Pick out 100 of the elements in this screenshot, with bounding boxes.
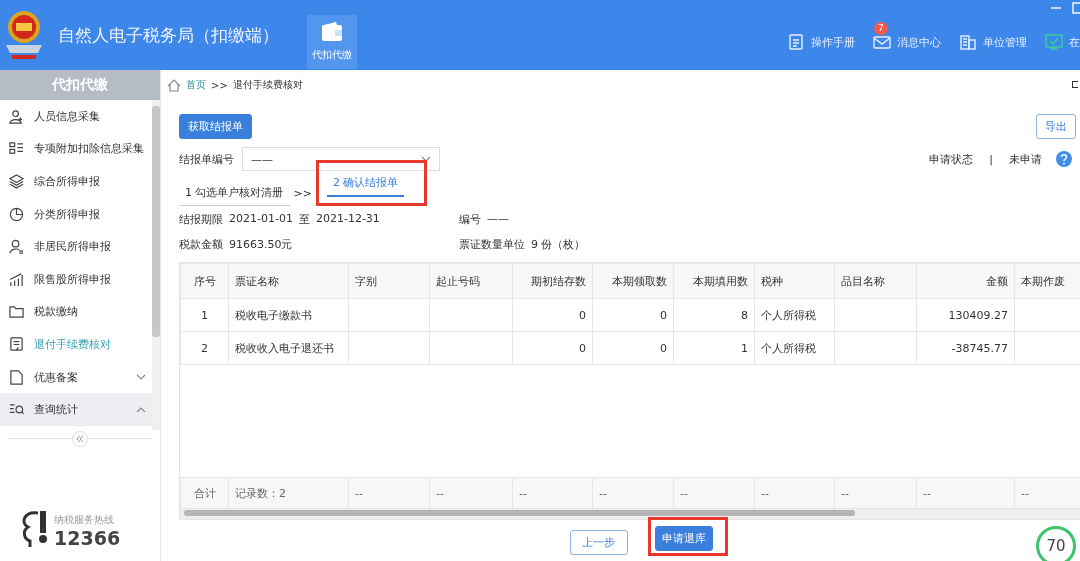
scrollbar[interactable]: [152, 100, 160, 430]
table-cell: 个人所得税: [761, 308, 816, 322]
info-value: 91663.50元: [229, 237, 293, 252]
envelope-icon[interactable]: [873, 34, 891, 50]
table-cell: --: [1021, 486, 1029, 500]
column-header: 税种: [761, 274, 783, 288]
info-value: 至: [298, 212, 310, 227]
horizontal-scrollbar[interactable]: [180, 509, 1080, 519]
column-header: 品目名称: [841, 274, 885, 288]
monitor-check-icon[interactable]: [1045, 34, 1063, 50]
breadcrumb-current: 退付手续费核对: [232, 78, 303, 92]
column-header: 序号: [193, 274, 216, 288]
module-tab[interactable]: 代扣代缴: [307, 15, 357, 69]
table-cell: --: [680, 486, 688, 500]
collapse-button[interactable]: [72, 431, 88, 447]
home-icon[interactable]: [167, 78, 181, 92]
hotline-label: 纳税服务热线: [54, 513, 115, 527]
sidebar-item[interactable]: 分类所得申报: [0, 197, 152, 231]
info-label: 票证数量单位: [459, 237, 525, 252]
column-header: 本期填用数: [693, 274, 748, 288]
column-header: 本期领取数: [612, 274, 667, 288]
hotline-number: 12366: [54, 527, 121, 549]
caret-icon: [421, 156, 431, 162]
list-icon: [9, 141, 24, 157]
header-action-link[interactable]: 在: [1069, 34, 1080, 50]
sidebar-item[interactable]: 查询统计: [0, 393, 152, 426]
sidebar-item[interactable]: 限售股所得申报: [0, 262, 152, 296]
layers-icon: [9, 174, 24, 189]
sidebar-item[interactable]: 优惠备案: [0, 360, 152, 394]
sidebar-item[interactable]: 退付手续费核对: [0, 328, 152, 361]
table-cell: 税收收入电子退还书: [235, 341, 334, 355]
sidebar-title: 代扣代缴: [0, 70, 160, 100]
table-cell: 0: [579, 341, 586, 355]
table-cell: -38745.77: [951, 341, 1008, 355]
step-tab[interactable]: 2 确认结报单: [326, 171, 405, 197]
bar-chart-icon: [9, 271, 24, 287]
progress-percent: 70: [1046, 537, 1066, 555]
column-header: 票证名称: [235, 274, 279, 288]
app-title: 自然人电子税务局（扣缴端）: [58, 23, 279, 47]
table-cell: --: [436, 486, 444, 500]
restore-icon[interactable]: [1072, 2, 1080, 14]
submit-button[interactable]: 申请退库: [654, 526, 713, 551]
person-icon: [9, 108, 24, 124]
step-tab[interactable]: 1 勾选单户核对清册: [179, 181, 290, 206]
table-cell: --: [923, 486, 931, 500]
wallet-icon: [321, 22, 343, 42]
building-icon[interactable]: [959, 34, 977, 50]
info-label: 税款金额: [179, 237, 223, 252]
table-cell: 1: [201, 308, 208, 322]
info-label: 结报期限: [179, 212, 223, 227]
sidebar-item[interactable]: 专项附加扣除信息采集: [0, 132, 152, 166]
field-label: 结报单编号: [179, 151, 234, 167]
sidebar-item[interactable]: 人员信息采集: [0, 100, 152, 133]
export-button[interactable]: 导出: [1036, 114, 1076, 139]
double-chevron-icon: [76, 436, 84, 442]
header-action-link[interactable]: 操作手册: [811, 34, 855, 50]
header-action-link[interactable]: 消息中心: [897, 34, 941, 50]
breadcrumb-separator: >>: [211, 79, 228, 91]
table-cell: --: [519, 486, 527, 500]
hotline-logo-icon: [20, 509, 50, 549]
status-separator: |: [989, 152, 993, 166]
table-cell: 0: [579, 308, 586, 322]
table-cell: 税收电子缴款书: [235, 308, 312, 322]
info-value: ——: [487, 212, 509, 227]
table-cell: 合计: [193, 486, 216, 500]
info-value: 2021-01-01: [229, 212, 293, 227]
table-cell: 1: [741, 341, 748, 355]
sidebar-item[interactable]: 非居民所得申报: [0, 230, 152, 263]
fetch-report-button[interactable]: 获取结报单: [179, 114, 252, 139]
folder-icon: [9, 304, 24, 320]
info-value: 9 份（枚）: [531, 237, 586, 252]
chevron-icon: [136, 374, 146, 381]
table-cell: 2: [201, 341, 208, 355]
table-cell: 记录数：2: [235, 486, 286, 500]
status-label: 申请状态: [929, 151, 974, 167]
column-header: 金额: [986, 274, 1008, 288]
table-cell: 130409.27: [948, 308, 1008, 322]
help-icon[interactable]: [1056, 151, 1072, 167]
step-separator: >>: [293, 187, 312, 202]
chevron-icon: [136, 406, 146, 413]
column-header: 期初结存数: [531, 274, 586, 288]
document-icon: [9, 336, 24, 352]
back-button[interactable]: 上一步: [569, 529, 628, 555]
table-cell: 个人所得税: [761, 341, 816, 355]
sidebar-item[interactable]: 税款缴纳: [0, 295, 152, 329]
column-header: 起止号码: [436, 274, 480, 288]
column-header: 本期作废: [1021, 274, 1065, 288]
table-cell: 8: [741, 308, 748, 322]
window-icon[interactable]: [1072, 81, 1078, 89]
info-label: 编号: [459, 212, 481, 227]
table-cell: --: [355, 486, 363, 500]
column-header: 字别: [355, 274, 377, 288]
home-link[interactable]: 首页: [186, 78, 206, 92]
table-cell: --: [761, 486, 769, 500]
document-icon[interactable]: [787, 34, 805, 50]
unread-badge: 7: [874, 22, 888, 35]
sidebar-item[interactable]: 综合所得申报: [0, 165, 152, 198]
header-action-link[interactable]: 单位管理: [983, 34, 1027, 50]
report-number-select[interactable]: ——: [242, 147, 440, 171]
pie-chart-icon: [9, 206, 24, 222]
